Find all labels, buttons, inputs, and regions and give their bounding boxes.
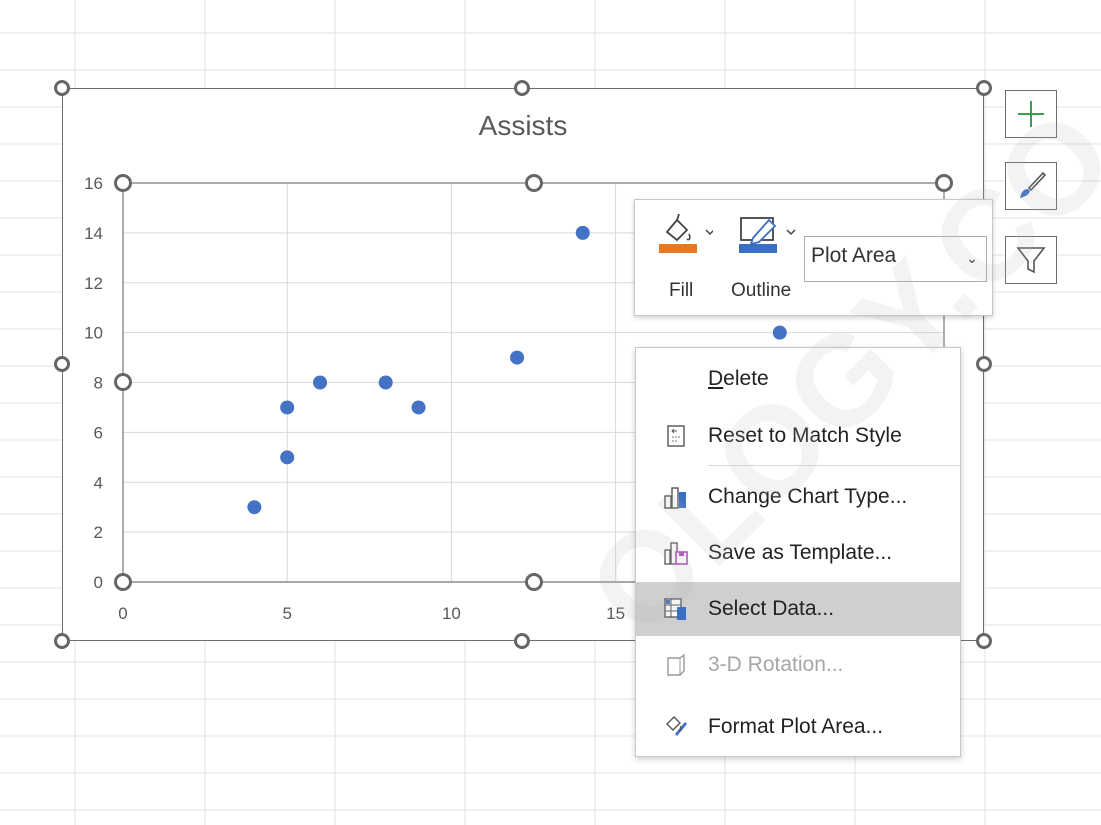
x-tick-label: 10 [442,604,461,623]
menu-item-select-data[interactable]: Select Data... [636,582,960,636]
fill-button[interactable]: Fill [653,208,713,308]
x-tick-label: 15 [606,604,625,623]
chart-resize-handle[interactable] [514,80,530,96]
data-point [313,375,328,390]
y-tick-label: 8 [94,374,103,393]
y-tick-label: 6 [94,423,103,442]
outline-label: Outline [731,280,792,301]
format-plot-area-icon [663,714,689,740]
data-point [280,400,295,415]
y-tick-label: 0 [94,573,103,592]
data-point [575,225,590,240]
chart-styles-button[interactable] [1005,162,1057,210]
plot-area-resize-handle[interactable] [114,174,132,192]
menu-item-label: Delete [708,367,769,390]
menu-item-label: Select Data... [708,597,835,620]
y-tick-label: 16 [84,174,103,193]
chart-resize-handle[interactable] [976,633,992,649]
chart-resize-handle[interactable] [54,633,70,649]
chart-styles-brush-icon [1020,171,1047,198]
menu-item-label: 3-D Rotation... [708,653,844,676]
plot-area-resize-handle[interactable] [114,573,132,591]
context-menu: Delete Reset to Match Style Change Chart… [635,347,961,757]
chart-elements-plus-icon [1018,101,1044,127]
plot-area-resize-handle[interactable] [525,174,543,192]
chart-resize-handle[interactable] [514,633,530,649]
format-mini-toolbar: Fill Outline Plot Area ⌄ [634,199,993,316]
menu-separator [708,465,960,466]
chart-resize-handle[interactable] [54,80,70,96]
data-point [510,350,525,365]
menu-item-label: Change Chart Type... [708,485,908,508]
menu-item-label: Format Plot Area... [708,715,884,738]
data-point [247,500,262,515]
x-tick-label: 0 [118,604,127,623]
menu-item-save-as-template[interactable]: Save as Template... [636,526,960,580]
menu-item-3d-rotation[interactable]: 3-D Rotation... [636,638,960,692]
y-tick-label: 10 [84,324,103,343]
select-data-icon [663,596,689,622]
3d-rotation-icon [663,652,689,678]
data-point [772,325,787,340]
chart-resize-handle[interactable] [976,356,992,372]
chart-element-select[interactable]: Plot Area ⌄ [804,236,987,282]
menu-item-change-chart-type[interactable]: Change Chart Type... [636,470,960,524]
chart-elements-button[interactable] [1005,90,1057,138]
data-point [280,450,295,465]
chevron-down-icon: ⌄ [966,250,978,266]
chart-filters-button[interactable] [1005,236,1057,284]
y-tick-label: 12 [84,274,103,293]
y-tick-label: 2 [94,523,103,542]
menu-item-label: Reset to Match Style [708,424,902,447]
chart-element-select-value: Plot Area [811,244,897,267]
plot-area-resize-handle[interactable] [114,373,132,391]
chart-filters-funnel-icon [1016,247,1046,274]
y-tick-label: 4 [94,473,103,492]
outline-pen-icon [739,217,796,253]
data-point [411,400,426,415]
fill-label: Fill [669,280,694,301]
fill-bucket-icon [659,213,713,253]
outline-button[interactable]: Outline [731,208,803,308]
menu-item-delete[interactable]: Delete [636,352,960,406]
plot-area-resize-handle[interactable] [935,174,953,192]
menu-item-label: Save as Template... [708,541,893,564]
menu-item-format-plot-area[interactable]: Format Plot Area... [636,700,960,754]
plot-area-resize-handle[interactable] [525,573,543,591]
y-tick-label: 14 [84,224,103,243]
data-point [378,375,393,390]
reset-style-icon [663,423,689,449]
x-tick-label: 5 [282,604,291,623]
menu-item-reset-style[interactable]: Reset to Match Style [636,409,960,463]
chart-resize-handle[interactable] [54,356,70,372]
chart-resize-handle[interactable] [976,80,992,96]
save-template-icon [663,540,689,566]
chart-type-icon [663,484,689,510]
